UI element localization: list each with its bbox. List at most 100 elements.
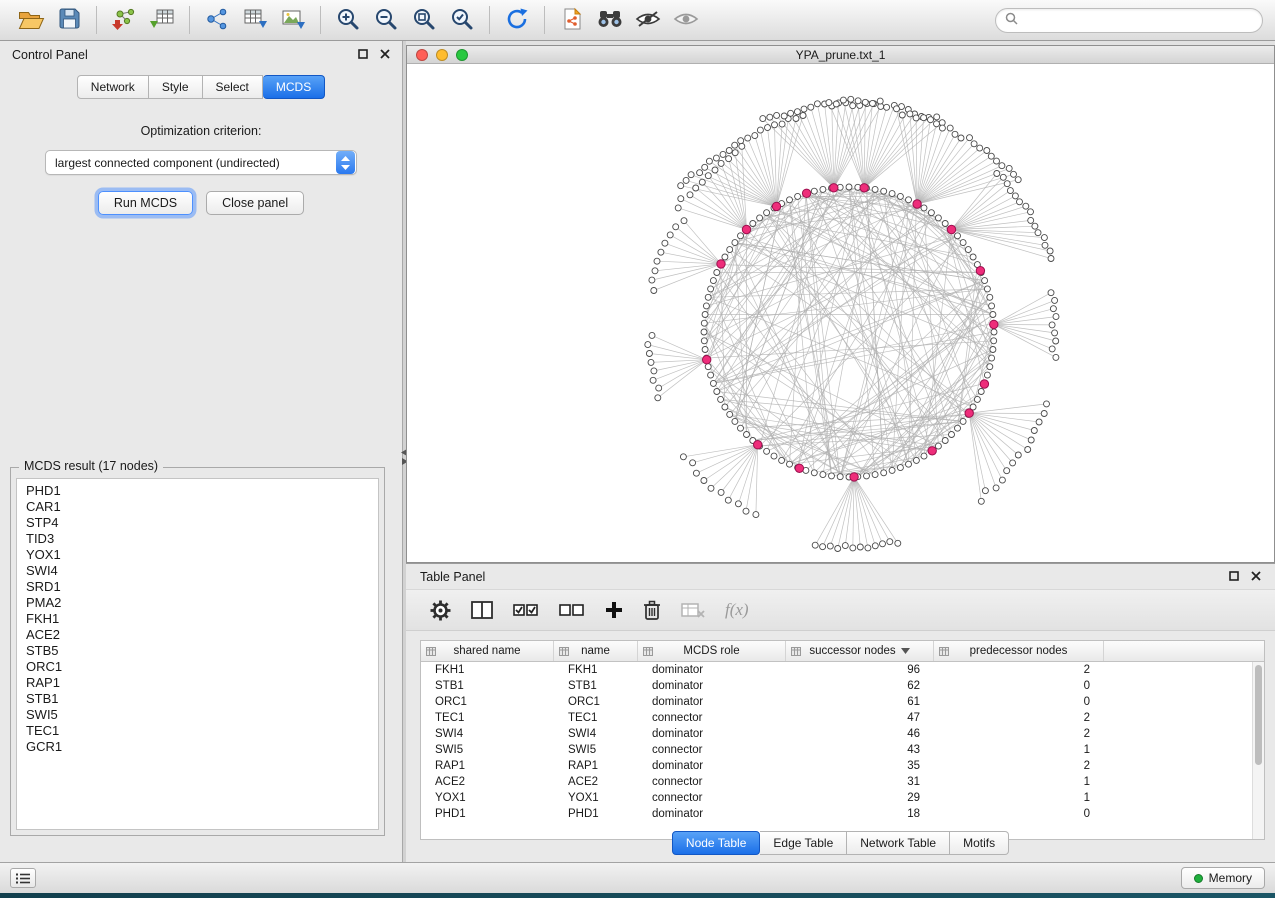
close-panel-icon[interactable] — [380, 48, 390, 62]
table-row[interactable]: STB1STB1dominator620 — [421, 678, 1252, 694]
toolbar-separator — [96, 6, 97, 34]
mcds-result-item[interactable]: TID3 — [17, 531, 378, 547]
zoom-out-button[interactable] — [367, 3, 405, 37]
select-all-columns-button[interactable] — [513, 602, 539, 618]
table-row[interactable]: SWI4SWI4dominator462 — [421, 726, 1252, 742]
mcds-result-item[interactable]: FKH1 — [17, 611, 378, 627]
mcds-result-item[interactable]: CAR1 — [17, 499, 378, 515]
import-table-button[interactable] — [143, 3, 181, 37]
column-header-shared-name[interactable]: shared name — [421, 641, 554, 661]
mcds-result-item[interactable]: TEC1 — [17, 723, 378, 739]
table-row[interactable]: SWI5SWI5connector431 — [421, 742, 1252, 758]
table-settings-button[interactable] — [430, 600, 451, 621]
table-cell: ACE2 — [554, 776, 638, 788]
tab-edge-table[interactable]: Edge Table — [760, 831, 847, 855]
table-panel: Table Panel f(x) — [406, 563, 1275, 862]
criterion-select[interactable]: largest connected component (undirected) — [45, 150, 357, 175]
mcds-result-item[interactable]: RAP1 — [17, 675, 378, 691]
delete-table-icon — [681, 602, 705, 619]
table-cell: 47 — [786, 712, 934, 724]
table-row[interactable]: ORC1ORC1dominator610 — [421, 694, 1252, 710]
column-header-successor-nodes[interactable]: successor nodes — [786, 641, 934, 661]
table-row[interactable]: RAP1RAP1dominator352 — [421, 758, 1252, 774]
table-scrollbar-thumb[interactable] — [1255, 665, 1262, 765]
network-window-titlebar[interactable]: YPA_prune.txt_1 — [407, 46, 1274, 64]
refresh-button[interactable] — [498, 3, 536, 37]
close-panel-button[interactable]: Close panel — [206, 191, 304, 215]
open-session-button[interactable] — [12, 3, 50, 37]
search-input[interactable] — [1024, 13, 1253, 27]
mcds-result-item[interactable]: SWI5 — [17, 707, 378, 723]
table-row[interactable]: TEC1TEC1connector472 — [421, 710, 1252, 726]
mcds-result-item[interactable]: YOX1 — [17, 547, 378, 563]
binoculars-icon — [596, 9, 624, 32]
table-cell: TEC1 — [554, 712, 638, 724]
table-panel-title: Table Panel — [420, 570, 485, 584]
float-panel-icon[interactable] — [358, 48, 368, 62]
find-button[interactable] — [591, 3, 629, 37]
column-header-predecessor-nodes[interactable]: predecessor nodes — [934, 641, 1104, 661]
tab-network[interactable]: Network — [77, 75, 149, 99]
delete-column-button[interactable] — [643, 600, 661, 621]
table-scrollbar[interactable] — [1252, 662, 1264, 839]
tab-motifs[interactable]: Motifs — [950, 831, 1009, 855]
mcds-result-item[interactable]: GCR1 — [17, 739, 378, 755]
window-minimize-button[interactable] — [436, 49, 448, 61]
export-document-button[interactable] — [553, 3, 591, 37]
mcds-result-item[interactable]: PHD1 — [17, 483, 378, 499]
search-box[interactable] — [995, 8, 1263, 33]
zoom-in-button[interactable] — [329, 3, 367, 37]
column-type-icon — [426, 647, 436, 659]
save-session-button[interactable] — [50, 3, 88, 37]
zoom-selected-button[interactable] — [443, 3, 481, 37]
mcds-result-item[interactable]: STB5 — [17, 643, 378, 659]
mcds-result-item[interactable]: PMA2 — [17, 595, 378, 611]
mcds-result-item[interactable]: STP4 — [17, 515, 378, 531]
node-table-header: shared name name MCDS role successor nod… — [421, 641, 1264, 662]
create-column-button[interactable] — [605, 601, 623, 619]
table-panel-tabs: Node Table Edge Table Network Table Moti… — [406, 831, 1275, 855]
column-header-mcds-role[interactable]: MCDS role — [638, 641, 786, 661]
mcds-result-list[interactable]: PHD1CAR1STP4TID3YOX1SWI4SRD1PMA2FKH1ACE2… — [16, 478, 379, 830]
zoom-fit-button[interactable] — [405, 3, 443, 37]
table-row[interactable]: YOX1YOX1connector291 — [421, 790, 1252, 806]
mcds-result-item[interactable]: ORC1 — [17, 659, 378, 675]
tab-mcds[interactable]: MCDS — [263, 75, 325, 99]
mcds-result-item[interactable]: ACE2 — [17, 627, 378, 643]
tab-select[interactable]: Select — [203, 75, 263, 99]
mcds-result-item[interactable]: SWI4 — [17, 563, 378, 579]
export-image-icon — [280, 7, 306, 34]
hide-graphics-details-button[interactable] — [629, 3, 667, 37]
show-graphics-details-button[interactable] — [667, 3, 705, 37]
export-image-button[interactable] — [274, 3, 312, 37]
table-row[interactable]: PHD1PHD1dominator180 — [421, 806, 1252, 822]
table-row[interactable]: ACE2ACE2connector311 — [421, 774, 1252, 790]
sort-indicator-icon[interactable] — [901, 645, 910, 657]
tab-style[interactable]: Style — [149, 75, 203, 99]
mcds-result-item[interactable]: SRD1 — [17, 579, 378, 595]
table-row[interactable]: FKH1FKH1dominator962 — [421, 662, 1252, 678]
tab-node-table[interactable]: Node Table — [672, 831, 761, 855]
tab-network-table[interactable]: Network Table — [847, 831, 950, 855]
network-canvas[interactable] — [407, 64, 1274, 562]
memory-button[interactable]: Memory — [1181, 867, 1265, 889]
export-network-button[interactable] — [198, 3, 236, 37]
table-cell: dominator — [638, 696, 786, 708]
table-cell: 1 — [934, 776, 1104, 788]
window-maximize-button[interactable] — [456, 49, 468, 61]
run-mcds-button[interactable]: Run MCDS — [98, 191, 193, 215]
window-close-button[interactable] — [416, 49, 428, 61]
float-table-panel-icon[interactable] — [1229, 570, 1239, 584]
task-history-button[interactable] — [10, 868, 36, 888]
table-cell: TEC1 — [421, 712, 554, 724]
show-columns-button[interactable] — [471, 601, 493, 619]
table-cell: SWI5 — [554, 744, 638, 756]
column-header-name[interactable]: name — [554, 641, 638, 661]
deselect-all-columns-button[interactable] — [559, 602, 585, 618]
import-network-button[interactable] — [105, 3, 143, 37]
export-table-button[interactable] — [236, 3, 274, 37]
table-cell: ORC1 — [421, 696, 554, 708]
close-table-panel-icon[interactable] — [1251, 570, 1261, 584]
table-cell: 61 — [786, 696, 934, 708]
mcds-result-item[interactable]: STB1 — [17, 691, 378, 707]
